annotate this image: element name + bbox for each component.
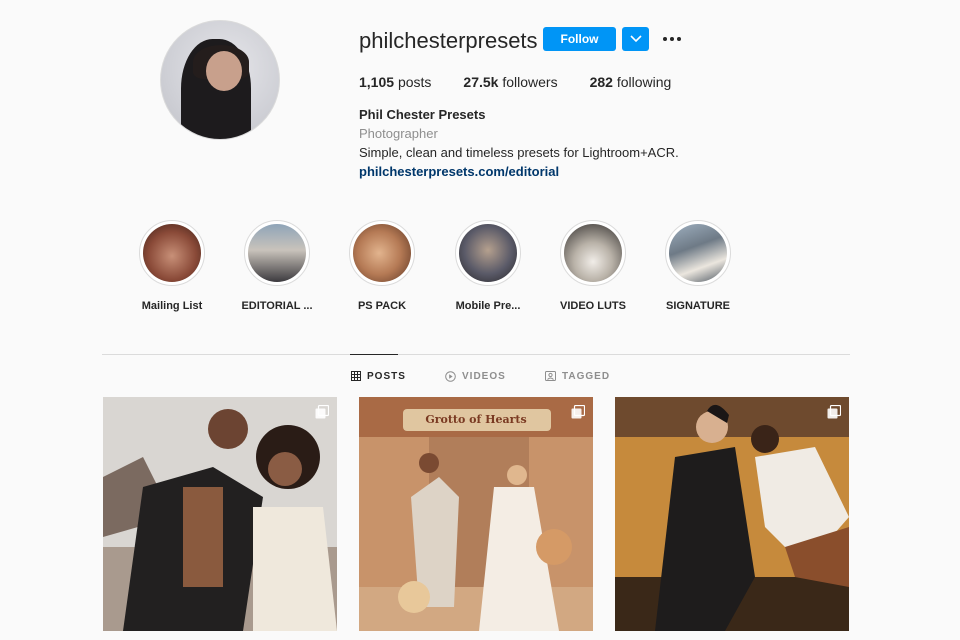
following-stat[interactable]: 282 following xyxy=(590,74,672,90)
carousel-icon xyxy=(315,405,329,419)
play-circle-icon xyxy=(445,370,456,382)
more-options-button[interactable] xyxy=(660,27,684,51)
carousel-icon xyxy=(571,405,585,419)
profile-full-name: Phil Chester Presets xyxy=(359,107,486,122)
highlight-cover-image xyxy=(353,224,411,282)
profile-avatar[interactable] xyxy=(160,20,280,140)
tab-label: TAGGED xyxy=(562,370,611,382)
highlight-label: VIDEO LUTS xyxy=(559,300,626,312)
tab-label: VIDEOS xyxy=(462,370,506,382)
highlight-mailing-list[interactable]: Mailing List xyxy=(117,220,227,312)
tab-tagged[interactable]: TAGGED xyxy=(545,366,610,386)
posts-stat: 1,105 posts xyxy=(359,74,432,90)
active-tab-indicator xyxy=(350,354,398,355)
highlight-label: PS PACK xyxy=(357,300,407,312)
more-dots-icon xyxy=(663,37,681,41)
highlight-label: Mobile Pre... xyxy=(455,300,521,312)
suggested-dropdown-button[interactable] xyxy=(622,27,649,51)
tab-label: POSTS xyxy=(367,370,406,382)
grid-icon xyxy=(351,371,361,381)
highlight-cover-image xyxy=(564,224,622,282)
follow-button[interactable]: Follow xyxy=(543,27,616,51)
followers-stat[interactable]: 27.5k followers xyxy=(463,74,557,90)
highlight-cover-image xyxy=(669,224,727,282)
profile-website-link[interactable]: philchesterpresets.com/editorial xyxy=(359,164,559,179)
highlight-cover-image xyxy=(143,224,201,282)
post-image xyxy=(359,397,593,631)
highlight-signature[interactable]: SIGNATURE xyxy=(643,220,753,312)
post-sign-text: Grotto of Hearts xyxy=(425,413,527,426)
tab-videos[interactable]: VIDEOS xyxy=(445,366,506,386)
highlight-label: Mailing List xyxy=(141,300,203,312)
carousel-icon xyxy=(827,405,841,419)
post-thumbnail[interactable]: Grotto of Hearts xyxy=(359,397,593,631)
profile-bio: Simple, clean and timeless presets for L… xyxy=(359,145,679,160)
highlight-video-luts[interactable]: VIDEO LUTS xyxy=(538,220,648,312)
tagged-user-icon xyxy=(545,371,556,381)
highlight-label: SIGNATURE xyxy=(666,300,730,312)
highlight-label: EDITORIAL ... xyxy=(241,300,313,312)
tab-posts[interactable]: POSTS xyxy=(351,366,406,386)
post-thumbnail[interactable] xyxy=(103,397,337,631)
highlight-cover-image xyxy=(248,224,306,282)
chevron-down-icon xyxy=(629,35,642,43)
highlight-mobile-presets[interactable]: Mobile Pre... xyxy=(433,220,543,312)
post-image xyxy=(615,397,849,631)
tabs-divider xyxy=(102,354,850,355)
post-thumbnail[interactable] xyxy=(615,397,849,631)
profile-username: philchesterpresets xyxy=(359,28,538,53)
profile-category: Photographer xyxy=(359,126,438,141)
highlight-cover-image xyxy=(459,224,517,282)
post-image xyxy=(103,397,337,631)
highlight-ps-pack[interactable]: PS PACK xyxy=(327,220,437,312)
profile-stats: 1,105 posts 27.5k followers 282 followin… xyxy=(359,74,671,90)
highlight-editorial[interactable]: EDITORIAL ... xyxy=(222,220,332,312)
